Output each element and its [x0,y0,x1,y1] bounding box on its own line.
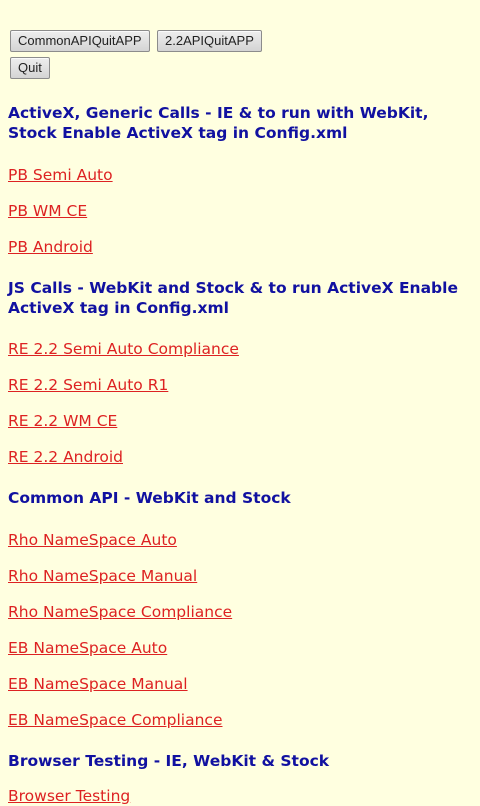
section-heading-browser-testing: Browser Testing - IE, WebKit & Stock [8,752,330,770]
link-pb-wm-ce[interactable]: PB WM CE [8,201,87,221]
link-pb-android[interactable]: PB Android [8,237,93,257]
quit-button[interactable]: Quit [10,57,50,79]
api-2-2-quit-app-button[interactable]: 2.2APIQuitAPP [157,30,262,52]
link-pb-semi-auto[interactable]: PB Semi Auto [8,165,113,185]
section-heading-activex-generic-calls: ActiveX, Generic Calls - IE & to run wit… [8,104,429,142]
common-api-quit-app-button[interactable]: CommonAPIQuitAPP [10,30,150,52]
link-eb-namespace-compliance[interactable]: EB NameSpace Compliance [8,710,222,730]
link-re-2-2-semi-auto-r1[interactable]: RE 2.2 Semi Auto R1 [8,375,168,395]
section-heading-js-calls: JS Calls - WebKit and Stock & to run Act… [8,279,458,317]
section-heading-common-api: Common API - WebKit and Stock [8,489,291,507]
link-re-2-2-semi-auto-compliance[interactable]: RE 2.2 Semi Auto Compliance [8,339,239,359]
link-rho-namespace-compliance[interactable]: Rho NameSpace Compliance [8,602,232,622]
link-rho-namespace-auto[interactable]: Rho NameSpace Auto [8,530,177,550]
link-eb-namespace-manual[interactable]: EB NameSpace Manual [8,674,188,694]
link-eb-namespace-auto[interactable]: EB NameSpace Auto [8,638,167,658]
link-re-2-2-wm-ce[interactable]: RE 2.2 WM CE [8,411,117,431]
link-browser-testing[interactable]: Browser Testing [8,786,130,806]
link-re-2-2-android[interactable]: RE 2.2 Android [8,447,123,467]
link-rho-namespace-manual[interactable]: Rho NameSpace Manual [8,566,197,586]
